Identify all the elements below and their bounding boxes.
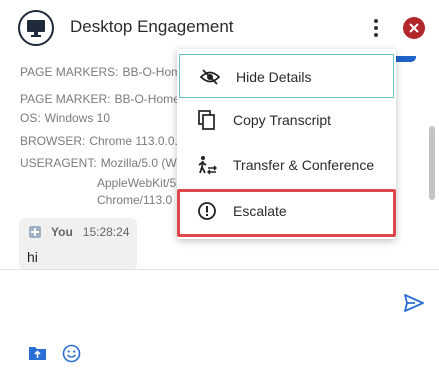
emoji-icon xyxy=(62,344,81,363)
detail-row: OS: Windows 10 xyxy=(20,111,111,125)
menu-item-copy-transcript[interactable]: Copy Transcript xyxy=(177,98,396,142)
message-text: hi xyxy=(27,249,38,265)
detail-row-continued: AppleWebKit/5 xyxy=(97,176,177,190)
detail-row-continued: Chrome/113.0 xyxy=(97,193,173,207)
close-button[interactable] xyxy=(403,17,425,39)
transfer-icon xyxy=(197,155,217,175)
menu-item-hide-details[interactable]: Hide Details xyxy=(179,54,394,98)
detail-row: PAGE MARKERS: BB-O-Home xyxy=(20,65,188,79)
engagement-title: Desktop Engagement xyxy=(70,17,234,36)
more-options-icon[interactable] xyxy=(366,17,386,39)
engagement-header: Desktop Engagement xyxy=(0,0,439,56)
scrollbar-thumb[interactable] xyxy=(429,126,435,200)
detail-row: PAGE MARKER: BB-O-Homep xyxy=(20,92,187,106)
message-header: You 15:28:24 xyxy=(29,225,130,239)
detail-row: USERAGENT: Mozilla/5.0 (W xyxy=(20,156,177,170)
menu-item-label: Copy Transcript xyxy=(233,112,332,128)
chat-message: You 15:28:24 hi xyxy=(19,218,137,270)
menu-item-transfer-conference[interactable]: Transfer & Conference xyxy=(177,143,396,187)
menu-item-label: Hide Details xyxy=(236,69,312,85)
copy-icon xyxy=(197,110,217,130)
send-icon xyxy=(404,294,424,312)
message-time: 15:28:24 xyxy=(82,225,130,239)
emoji-button[interactable] xyxy=(62,344,81,363)
eye-off-icon xyxy=(199,67,221,87)
composer-divider xyxy=(0,269,439,270)
menu-item-label: Transfer & Conference xyxy=(233,157,375,173)
send-button[interactable] xyxy=(404,294,424,312)
escalate-highlight-box xyxy=(177,189,396,237)
attach-file-button[interactable] xyxy=(28,345,47,361)
agent-message-icon xyxy=(29,226,41,238)
monitor-icon xyxy=(18,10,54,46)
close-icon xyxy=(409,23,419,33)
upload-folder-icon xyxy=(29,347,46,360)
detail-row: BROWSER: Chrome 113.0.0.0 xyxy=(20,134,185,148)
message-sender: You xyxy=(51,225,73,239)
